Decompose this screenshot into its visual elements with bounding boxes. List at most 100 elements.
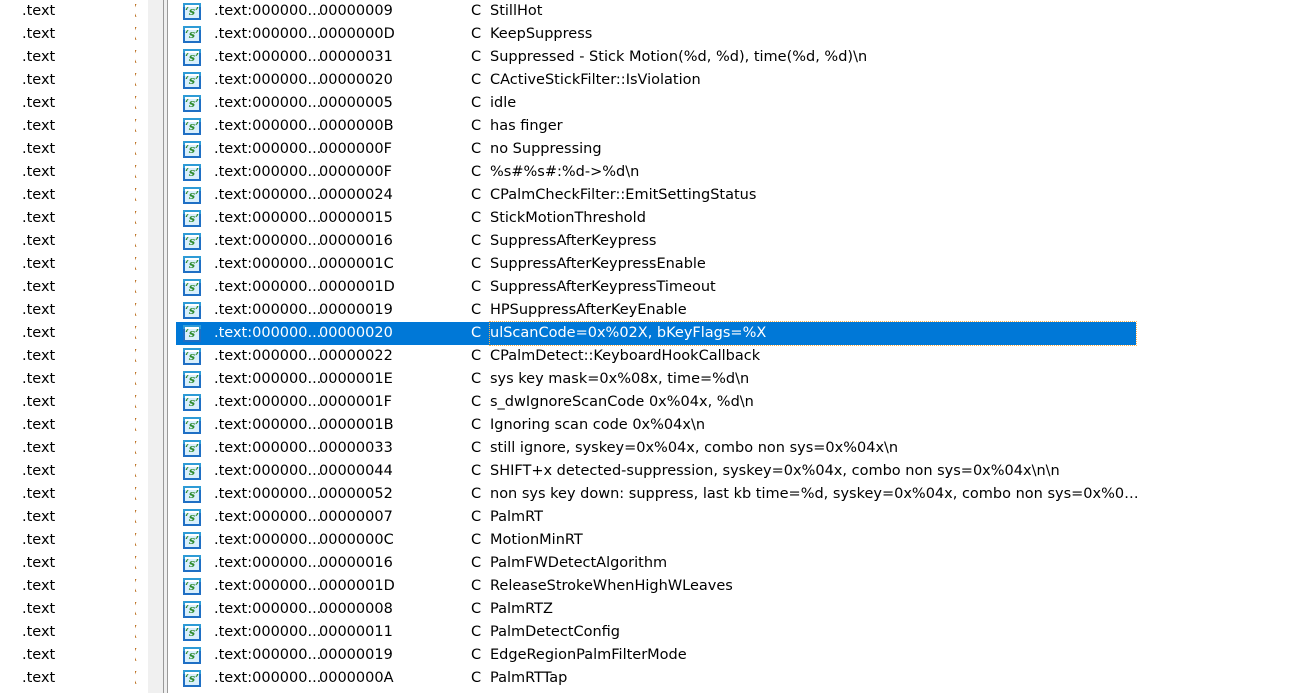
table-row[interactable]: ‘s’ .text:000000... 00000016 C SuppressAfter… [176, 230, 1292, 253]
table-row[interactable]: ‘s’ .text:000000... 0000000B Chas finger [176, 115, 1292, 138]
table-row[interactable]: ‘s’ .text:000000... 0000001F Cs_dwIgnoreSca… [176, 391, 1292, 414]
left-panel-row[interactable]: .text ( [0, 184, 148, 207]
cell-string: ulScanCode=0x%02X, bKeyFlags=%X [489, 321, 1137, 346]
table-row[interactable]: ‘s’ .text:000000... 0000001D C SuppressAfter… [176, 276, 1292, 299]
segment-name: .text [22, 486, 56, 502]
table-row[interactable]: ‘s’ .text:000000... 00000015 C StickMotionTh… [176, 207, 1292, 230]
table-row-selected[interactable]: ‘s’ .text:000000... 00000020 CulScanCode=0x… [176, 321, 1137, 346]
table-row[interactable]: ‘s’ .text:000000... 00000005 Cidle [176, 92, 1292, 115]
left-panel-row[interactable]: .text ( [0, 276, 148, 299]
left-panel-row[interactable]: .text ( [0, 230, 148, 253]
table-row[interactable]: ‘s’ .text:000000... 0000000D C KeepSuppress [176, 23, 1292, 46]
cell-type: C [471, 394, 482, 410]
clipped-column-glyph: ( [135, 69, 148, 92]
table-row[interactable]: ‘s’ .text:000000... 00000016 C PalmFWDetectA… [176, 552, 1292, 575]
cell-type: C [471, 3, 482, 19]
cell-address: .text:000000... [214, 509, 322, 525]
left-panel-row[interactable]: .text ( [0, 368, 148, 391]
panel-splitter[interactable] [148, 0, 176, 693]
clipped-column-glyph: ( [135, 230, 148, 253]
left-panel-row[interactable]: .text ( [0, 552, 148, 575]
cell-type: C [471, 463, 482, 479]
segment-name: .text [22, 279, 56, 295]
cell-address: .text:000000... [214, 371, 322, 387]
left-panel-row[interactable]: .text ( [0, 529, 148, 552]
left-panel-row[interactable]: .text ( [0, 207, 148, 230]
left-panel-row[interactable]: .text ( [0, 92, 148, 115]
clipped-column-glyph: ( [135, 184, 148, 207]
left-panel-row[interactable]: .text ( [0, 138, 148, 161]
cell-address: .text:000000... [214, 601, 322, 617]
left-panel-row[interactable]: .text ( [0, 506, 148, 529]
left-panel-row[interactable]: .text ( [0, 23, 148, 46]
left-panel-row[interactable]: .text ( [0, 644, 148, 667]
left-panel-row[interactable]: .text ( [0, 115, 148, 138]
strings-table[interactable]: ‘s’ .text:000000... 00000009 C StillHot ‘s’ .t… [176, 0, 1292, 693]
left-panel-row[interactable]: .text ( [0, 575, 148, 598]
strings-window: .text(.text(.text(.text(.text(.text(.tex… [0, 0, 1292, 693]
left-panel-row[interactable]: .text ( [0, 391, 148, 414]
left-panel-row[interactable]: .text ( [0, 322, 148, 345]
string-icon-letter: ‘s’ [185, 442, 199, 455]
table-row[interactable]: ‘s’ .text:000000... 00000008 C PalmRTZ [176, 598, 1292, 621]
table-row[interactable]: ‘s’ .text:000000... 0000000F Cno Suppressin… [176, 138, 1292, 161]
string-item-icon: ‘s’ [183, 532, 201, 549]
table-row[interactable]: ‘s’ .text:000000... 00000007 C PalmRT [176, 506, 1292, 529]
string-icon-letter: ‘s’ [185, 189, 199, 202]
cell-type: C [471, 49, 482, 65]
cell-address: .text:000000... [214, 118, 322, 134]
left-panel-row[interactable]: .text ( [0, 46, 148, 69]
table-row[interactable]: ‘s’ .text:000000... 00000020 C CActiveStickF… [176, 69, 1292, 92]
cell-string: CActiveStickFilter::IsViolation [490, 72, 701, 88]
table-row[interactable]: ‘s’ .text:000000... 00000022 C CPalmDetect::… [176, 345, 1292, 368]
table-row[interactable]: ‘s’ .text:000000... 00000031 C Suppressed - … [176, 46, 1292, 69]
table-row[interactable]: ‘s’ .text:000000... 0000000C C MotionMinRT [176, 529, 1292, 552]
table-row[interactable]: ‘s’ .text:000000... 00000033 Cstill ignore,… [176, 437, 1292, 460]
table-row[interactable]: ‘s’ .text:000000... 0000000A C PalmRTTap [176, 667, 1292, 690]
table-row[interactable]: ‘s’ .text:000000... 0000001D C ReleaseStroke… [176, 575, 1292, 598]
table-row[interactable]: ‘s’ .text:000000... 00000019 C HPSuppressAft… [176, 299, 1292, 322]
left-panel-row[interactable]: .text ( [0, 460, 148, 483]
table-row[interactable]: ‘s’ .text:000000... 0000001C C SuppressAfter… [176, 253, 1292, 276]
left-panel-row[interactable]: .text ( [0, 253, 148, 276]
cell-type: C [471, 440, 482, 456]
table-row[interactable]: ‘s’ .text:000000... 00000052 Cnon sys key d… [176, 483, 1292, 506]
left-panel-row[interactable]: .text ( [0, 161, 148, 184]
cell-type: C [471, 371, 482, 387]
table-row[interactable]: ‘s’ .text:000000... 00000011 C PalmDetectCon… [176, 621, 1292, 644]
left-panel-row[interactable]: .text ( [0, 667, 148, 690]
clipped-column-glyph: ( [135, 575, 148, 598]
cell-address: .text:000000... [214, 233, 322, 249]
left-panel-row[interactable]: .text ( [0, 598, 148, 621]
cell-type: C [471, 417, 482, 433]
table-row[interactable]: ‘s’ .text:000000... 00000044 C SHIFT+x detec… [176, 460, 1292, 483]
cell-address: .text:000000... [214, 279, 322, 295]
string-item-icon: ‘s’ [183, 187, 201, 204]
table-row[interactable]: ‘s’ .text:000000... 0000000F C %s#%s#:%d->%d… [176, 161, 1292, 184]
segment-name: .text [22, 578, 56, 594]
string-icon-letter: ‘s’ [185, 166, 199, 179]
left-panel-row[interactable]: .text ( [0, 437, 148, 460]
left-panel-row[interactable]: .text ( [0, 414, 148, 437]
cell-string: HPSuppressAfterKeyEnable [490, 302, 687, 318]
table-row[interactable]: ‘s’ .text:000000... 00000024 C CPalmCheckFil… [176, 184, 1292, 207]
table-row[interactable]: ‘s’ .text:000000... 0000001E Csys key mask=… [176, 368, 1292, 391]
table-row[interactable]: ‘s’ .text:000000... 00000019 C EdgeRegionPal… [176, 644, 1292, 667]
clipped-column-glyph: ( [135, 276, 148, 299]
left-segment-panel[interactable]: .text(.text(.text(.text(.text(.text(.tex… [0, 0, 148, 693]
cell-length: 0000000A [319, 670, 394, 686]
table-row[interactable]: ‘s’ .text:000000... 0000001B C Ignoring scan… [176, 414, 1292, 437]
cell-address: .text:000000... [214, 624, 322, 640]
left-panel-row[interactable]: .text ( [0, 69, 148, 92]
left-panel-row[interactable]: .text ( [0, 299, 148, 322]
left-panel-row[interactable]: .text ( [0, 345, 148, 368]
clipped-column-glyph: ( [135, 529, 148, 552]
table-row[interactable]: ‘s’ .text:000000... 00000009 C StillHot [176, 0, 1292, 23]
left-panel-row[interactable]: .text ( [0, 483, 148, 506]
string-icon-letter: ‘s’ [185, 603, 199, 616]
left-panel-row[interactable]: .text ( [0, 0, 148, 23]
left-panel-row[interactable]: .text ( [0, 621, 148, 644]
cell-string: PalmRT [490, 509, 544, 525]
segment-name: .text [22, 325, 56, 341]
string-item-icon: ‘s’ [183, 463, 201, 480]
